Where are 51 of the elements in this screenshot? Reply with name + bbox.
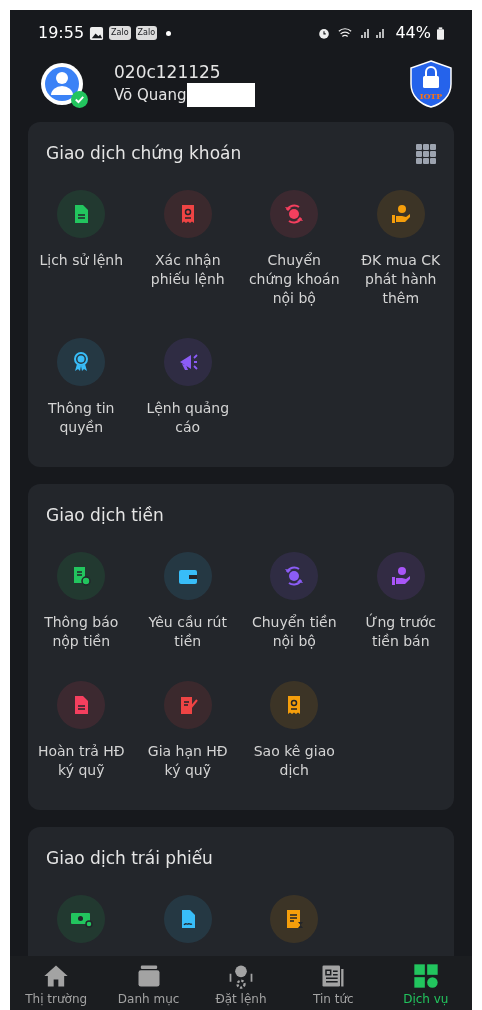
service-label: Thông tin quyền	[47, 399, 116, 437]
service-item[interactable]: Hoàn trả HĐ ký quỹ	[28, 681, 135, 780]
service-item[interactable]: ĐK mua CK phát hành thêm	[347, 190, 454, 308]
wifi-icon	[337, 26, 354, 40]
account-name: Võ Quang	[114, 85, 187, 106]
service-item[interactable]: Chuyển tiền nội bộ	[241, 552, 348, 651]
image-icon	[89, 25, 105, 41]
service-label: Lệnh quảng cáo	[145, 399, 231, 437]
section-title: Giao dịch chứng khoán	[46, 142, 242, 166]
alarm-icon	[317, 26, 332, 40]
avatar-icon[interactable]	[40, 62, 84, 106]
nav-tab[interactable]: Dịch vụ	[379, 956, 472, 1010]
service-label: Chuyển chứng khoán nội bộ	[247, 251, 341, 308]
notification-badge: Zalo	[109, 26, 131, 40]
service-label: Xác nhận phiếu lệnh	[149, 251, 226, 289]
grid-icon	[411, 962, 440, 990]
service-item[interactable]: Sao kê giao dịch	[241, 681, 348, 780]
nav-tab[interactable]: Tin tức	[287, 956, 380, 1010]
service-label: Gia hạn HĐ ký quỹ	[146, 742, 229, 780]
nav-tab[interactable]: Đặt lệnh	[194, 956, 288, 1010]
service-item[interactable]: Thông báo nộp tiền	[28, 552, 135, 651]
status-time: 19:55	[38, 22, 85, 44]
service-label: Thông báo nộp tiền	[43, 613, 120, 651]
service-label: Lịch sử lệnh	[39, 251, 124, 270]
service-item[interactable]: Ứng trước tiền bán	[347, 552, 454, 651]
service-label: Hoàn trả HĐ ký quỹ	[36, 742, 126, 780]
grid-icon[interactable]	[416, 144, 436, 164]
service-label: Chuyển tiền nội bộ	[250, 613, 338, 651]
service-label: Ứng trước tiền bán	[364, 613, 438, 651]
battery-percent: 44%	[395, 22, 431, 44]
service-item[interactable]: Lệnh quảng cáo	[134, 338, 241, 437]
notification-badge: Zalo	[135, 26, 158, 40]
badge-label: IOTP	[418, 90, 444, 102]
service-item[interactable]: Gia hạn HĐ ký quỹ	[134, 681, 241, 780]
nav-tab[interactable]: Thị trường	[10, 956, 103, 1010]
service-item[interactable]: Chuyển chứng khoán nội bộ	[241, 190, 348, 308]
service-label: Yêu cầu rút tiền	[147, 613, 228, 651]
account-id: 020c121125	[114, 61, 222, 83]
service-item[interactable]: Lịch sử lệnh	[28, 190, 135, 308]
section-title: Giao dịch tiền	[46, 504, 164, 528]
battery-icon	[437, 26, 444, 40]
verified-icon	[71, 91, 88, 108]
service-label: Sao kê giao dịch	[252, 742, 336, 780]
nav-tab[interactable]: Danh mục	[102, 956, 195, 1010]
service-item[interactable]: Yêu cầu rút tiền	[134, 552, 241, 651]
service-label: ĐK mua CK phát hành thêm	[360, 251, 442, 308]
service-item[interactable]: Thông tin quyền	[28, 338, 135, 437]
redaction-box	[186, 83, 255, 107]
service-item[interactable]: Xác nhận phiếu lệnh	[134, 190, 241, 308]
shield-lock-icon[interactable]	[408, 60, 454, 108]
section-title: Giao dịch trái phiếu	[46, 847, 213, 871]
